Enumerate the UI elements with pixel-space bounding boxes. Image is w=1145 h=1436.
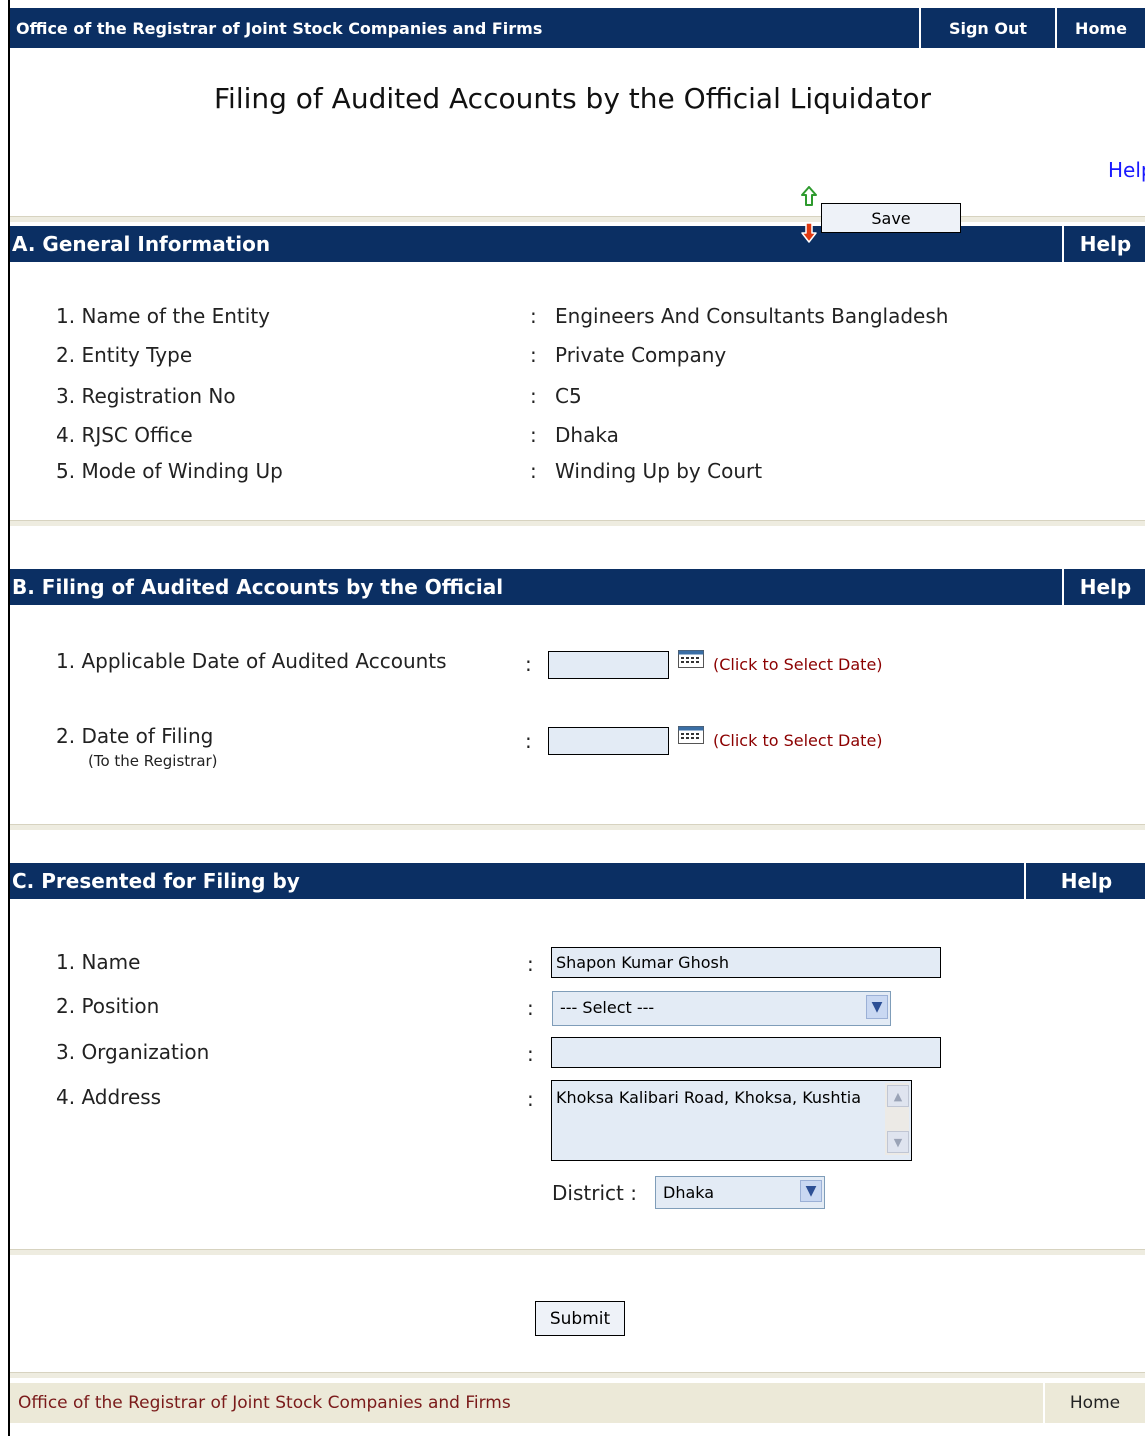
page-title: Filing of Audited Accounts by the Offici… bbox=[213, 82, 932, 115]
district-label: District : bbox=[552, 1181, 637, 1205]
filing-date-sublabel: (To the Registrar) bbox=[88, 752, 218, 770]
entity-type-label: 2. Entity Type bbox=[56, 343, 193, 367]
address-label: 4. Address bbox=[56, 1085, 162, 1109]
colon: : bbox=[527, 996, 534, 1020]
chevron-down-icon: ▼ bbox=[866, 995, 888, 1019]
section-a-title: A. General Information bbox=[12, 232, 271, 256]
colon: : bbox=[530, 384, 537, 408]
colon: : bbox=[525, 729, 532, 753]
home-link[interactable]: Home bbox=[1055, 8, 1145, 48]
section-c-title: C. Presented for Filing by bbox=[12, 869, 300, 893]
footer-home-link[interactable]: Home bbox=[1043, 1383, 1145, 1423]
section-c-header: C. Presented for Filing by Help bbox=[10, 863, 1145, 899]
calendar-icon[interactable] bbox=[678, 726, 704, 744]
name-input[interactable] bbox=[551, 947, 941, 978]
entity-name-label: 1. Name of the Entity bbox=[56, 304, 271, 328]
divider bbox=[10, 520, 1145, 526]
section-b-help-link[interactable]: Help bbox=[1062, 569, 1145, 605]
position-label: 2. Position bbox=[56, 994, 160, 1018]
colon: : bbox=[530, 423, 537, 447]
colon: : bbox=[530, 343, 537, 367]
entity-type-value: Private Company bbox=[555, 343, 727, 367]
winding-mode-value: Winding Up by Court bbox=[555, 459, 763, 483]
applicable-date-input[interactable] bbox=[548, 651, 669, 679]
colon: : bbox=[525, 652, 532, 676]
site-title: Office of the Registrar of Joint Stock C… bbox=[16, 18, 543, 38]
select-date-link[interactable]: (Click to Select Date) bbox=[713, 731, 883, 750]
district-select[interactable]: Dhaka ▼ bbox=[655, 1176, 825, 1209]
district-selected-value: Dhaka bbox=[663, 1183, 715, 1202]
registration-no-value: C5 bbox=[555, 384, 582, 408]
colon: : bbox=[530, 304, 537, 328]
colon: : bbox=[530, 459, 537, 483]
colon: : bbox=[527, 952, 534, 976]
address-text: Khoksa Kalibari Road, Khoksa, Kushtia bbox=[556, 1088, 862, 1107]
address-textarea[interactable]: Khoksa Kalibari Road, Khoksa, Kushtia ▲ … bbox=[551, 1080, 912, 1161]
divider bbox=[10, 1249, 1145, 1255]
scroll-up-icon[interactable]: ▲ bbox=[887, 1085, 909, 1107]
rjsc-office-value: Dhaka bbox=[555, 423, 619, 447]
organization-label: 3. Organization bbox=[56, 1040, 210, 1064]
section-c-help-link[interactable]: Help bbox=[1024, 863, 1145, 899]
filing-date-input[interactable] bbox=[548, 727, 669, 755]
position-select[interactable]: --- Select --- ▼ bbox=[552, 991, 891, 1026]
footer-title: Office of the Registrar of Joint Stock C… bbox=[18, 1393, 511, 1413]
section-b-title: B. Filing of Audited Accounts by the Off… bbox=[12, 575, 504, 599]
move-down-icon[interactable] bbox=[800, 222, 818, 244]
colon: : bbox=[527, 1042, 534, 1066]
entity-name-value: Engineers And Consultants Bangladesh bbox=[555, 304, 949, 328]
calendar-icon[interactable] bbox=[678, 650, 704, 668]
move-up-icon[interactable] bbox=[800, 186, 818, 206]
section-b-header: B. Filing of Audited Accounts by the Off… bbox=[10, 569, 1145, 605]
rjsc-office-label: 4. RJSC Office bbox=[56, 423, 193, 447]
divider bbox=[10, 824, 1145, 830]
select-date-link[interactable]: (Click to Select Date) bbox=[713, 655, 883, 674]
filing-date-label: 2. Date of Filing bbox=[56, 724, 214, 748]
organization-input[interactable] bbox=[551, 1037, 941, 1068]
section-a-help-link[interactable]: Help bbox=[1062, 226, 1145, 262]
sign-out-link[interactable]: Sign Out bbox=[919, 8, 1055, 48]
position-selected-value: --- Select --- bbox=[560, 998, 655, 1017]
submit-button[interactable]: Submit bbox=[535, 1301, 625, 1336]
winding-mode-label: 5. Mode of Winding Up bbox=[56, 459, 283, 483]
page-help-link[interactable]: Help bbox=[1108, 158, 1145, 182]
save-button[interactable]: Save bbox=[821, 203, 961, 233]
applicable-date-label: 1. Applicable Date of Audited Accounts bbox=[56, 649, 447, 673]
divider bbox=[10, 216, 1145, 222]
registration-no-label: 3. Registration No bbox=[56, 384, 236, 408]
top-nav-bar: Office of the Registrar of Joint Stock C… bbox=[10, 8, 1145, 48]
chevron-down-icon: ▼ bbox=[800, 1180, 822, 1202]
footer-bar: Office of the Registrar of Joint Stock C… bbox=[10, 1383, 1145, 1423]
divider bbox=[10, 1372, 1145, 1378]
scroll-down-icon[interactable]: ▼ bbox=[887, 1131, 909, 1153]
textarea-scrollbar[interactable]: ▲ ▼ bbox=[885, 1083, 909, 1155]
section-a-header: A. General Information Help bbox=[10, 226, 1145, 262]
name-label: 1. Name bbox=[56, 950, 141, 974]
colon: : bbox=[527, 1087, 534, 1111]
